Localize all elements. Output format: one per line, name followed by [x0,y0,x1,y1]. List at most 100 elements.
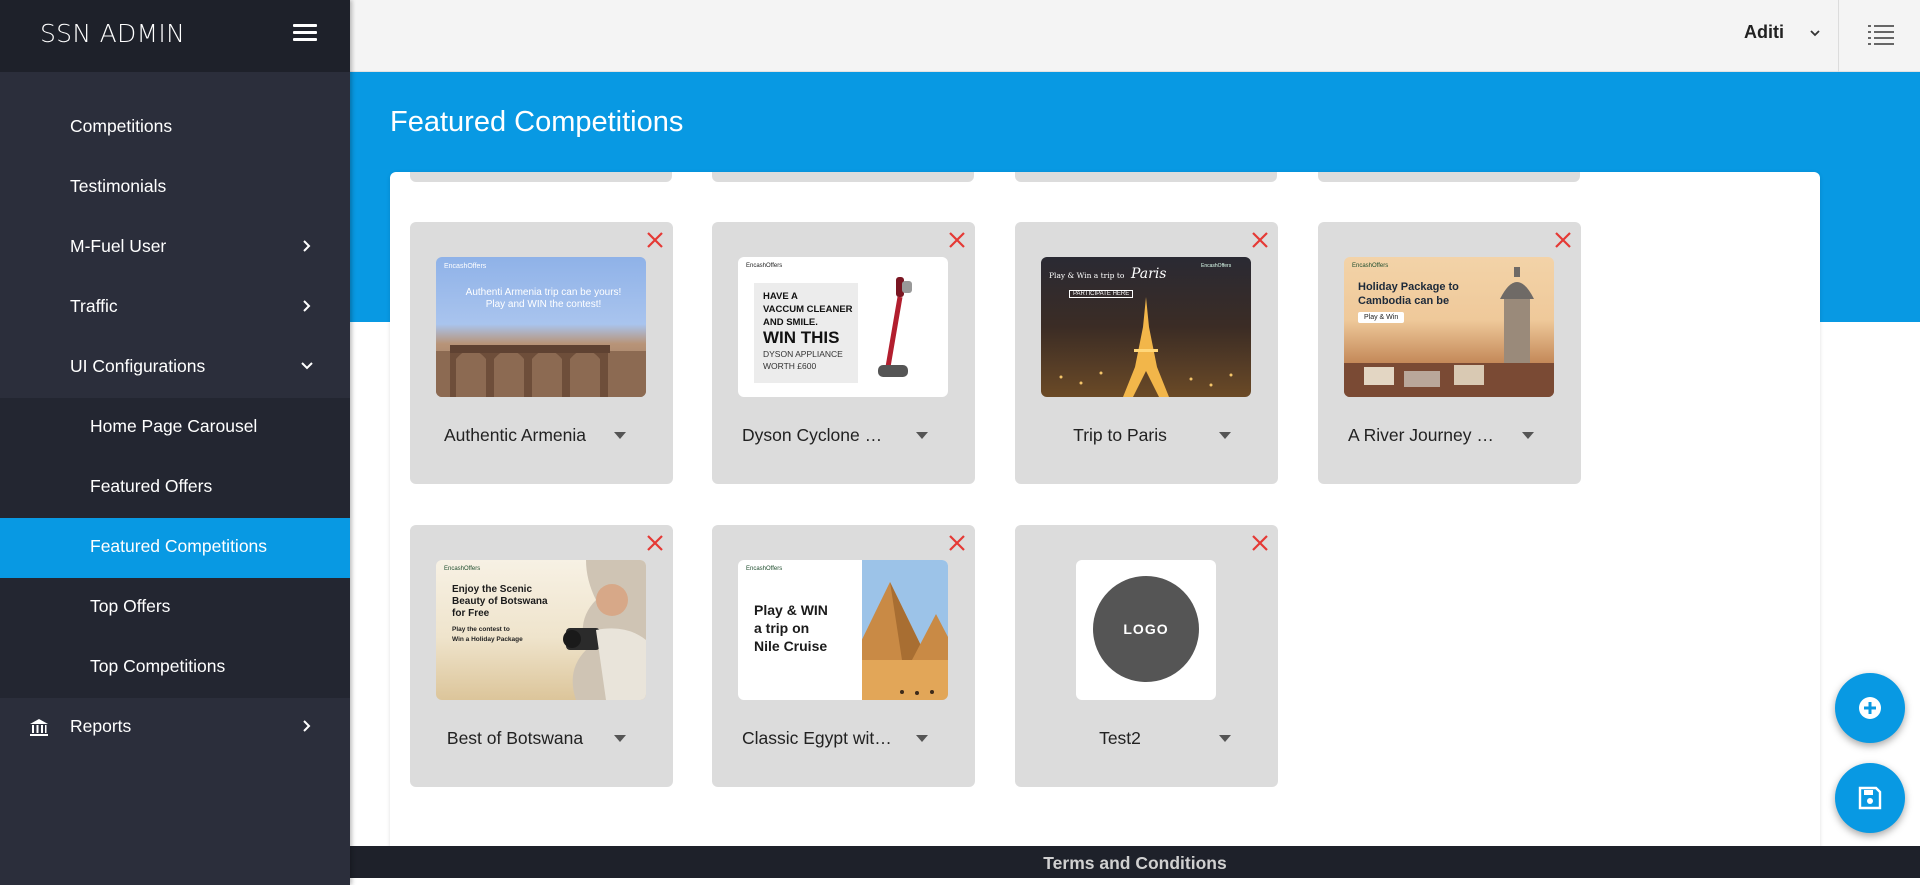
thumb-sub: Play the contest to [452,626,510,633]
competition-thumbnail: LOGO [1076,560,1216,700]
thumb-line: WIN THIS [763,328,840,347]
save-button[interactable] [1835,763,1905,833]
thumb-line: a trip on [754,620,810,636]
sidebar: SSN ADMIN Offers Competitions Testimonia… [0,0,350,885]
caret-down-icon[interactable] [614,432,626,439]
competition-name: Trip to Paris [1073,425,1167,445]
thumb-brand: EncashOffers [444,263,487,270]
chevron-down-icon [301,362,313,370]
thumb-line: WORTH £600 [763,361,817,371]
close-icon[interactable] [645,230,665,250]
sidebar-item-top-offers[interactable]: Top Offers [0,578,350,638]
thumb-headline: Authenti Armenia trip can be yours! Play… [465,287,622,310]
list-icon[interactable] [1868,22,1894,46]
thumb-sub: Win a Holiday Package [452,636,523,643]
competition-tile[interactable]: EncashOffers Play & WIN a trip on Nile C… [712,525,975,787]
thumb-line: Beauty of Botswana [452,596,548,607]
sidebar-item-top-competitions[interactable]: Top Competitions [0,638,350,698]
competition-thumbnail: Play & Win a trip to Paris EncashOffers … [1041,257,1251,397]
footer: Terms and Conditions [350,846,1920,878]
sidebar-item-label: Top Offers [90,596,171,616]
competition-thumbnail: EncashOffers Play & WIN a trip on Nile C… [738,560,948,700]
thumb-line: AND SMILE. [763,317,818,328]
competition-thumbnail: EncashOffers Enjoy the Scenic Beauty of … [436,560,646,700]
thumb-brand: EncashOffers [1201,263,1232,269]
sidebar-item-label: Traffic [70,296,118,316]
chevron-right-icon [303,240,311,252]
competition-name: Best of Botswana [446,728,584,748]
tile-partial [1015,172,1277,182]
thumb-brand: EncashOffers [746,263,783,269]
close-icon[interactable] [947,533,967,553]
competition-thumbnail: EncashOffers HAVE A VACCUM CLEANER AND S… [738,257,948,397]
close-icon[interactable] [1250,230,1270,250]
thumb-line: Play & WIN [754,602,828,618]
close-icon[interactable] [1250,533,1270,553]
sidebar-item-label: Featured Offers [90,476,213,496]
chevron-down-icon[interactable] [1808,26,1822,40]
caret-down-icon[interactable] [1219,432,1231,439]
tile-partial [712,172,974,182]
ruins-illustration [436,345,646,397]
thumb-line: Nile Cruise [754,638,828,654]
sidebar-item-label: Home Page Carousel [90,416,258,436]
caret-down-icon[interactable] [916,735,928,742]
divider [1838,0,1839,72]
close-icon[interactable] [947,230,967,250]
chevron-right-icon [303,300,311,312]
tile-partial [410,172,672,182]
thumb-brand: EncashOffers [746,566,783,572]
caret-down-icon[interactable] [1219,735,1231,742]
cathedral-illustration [1344,267,1554,397]
brand-bar: SSN ADMIN [0,0,350,72]
eiffel-tower-illustration [1059,297,1233,397]
terms-link[interactable]: Terms and Conditions [350,853,1920,874]
bank-icon [30,719,48,736]
competition-tile[interactable]: EncashOffers Enjoy the Scenic Beauty of … [410,525,673,787]
sidebar-item-mfuel-user[interactable]: M-Fuel User [0,218,350,278]
competition-tile[interactable]: EncashOffers Holiday Package to Cambodia… [1318,222,1581,484]
add-button[interactable] [1835,673,1905,743]
sidebar-item-featured-offers[interactable]: Featured Offers [0,458,350,518]
thumb-brand: EncashOffers [444,566,481,572]
competition-name: Test2 [1099,728,1141,748]
sidebar-item-label: Top Competitions [90,656,226,676]
thumb-city: Paris [1131,266,1167,282]
page-title: Featured Competitions [390,106,684,138]
thumb-line: VACCUM CLEANER [763,304,853,315]
competition-thumbnail: EncashOffers Holiday Package to Cambodia… [1344,257,1554,397]
hamburger-icon[interactable] [293,24,317,44]
sidebar-item-featured-competitions[interactable]: Featured Competitions [0,518,350,578]
photographer-illustration [563,560,646,700]
competition-tile[interactable]: EncashOffers HAVE A VACCUM CLEANER AND S… [712,222,975,484]
chevron-right-icon [303,720,311,732]
featured-competitions-grid: EncashOffers Authenti Armenia trip can b… [390,172,1820,852]
competition-tile[interactable]: EncashOffers Authenti Armenia trip can b… [410,222,673,484]
sidebar-item-label: Featured Competitions [90,536,268,556]
sidebar-item-home-page-carousel[interactable]: Home Page Carousel [0,398,350,458]
thumb-line: HAVE A [763,291,798,302]
caret-down-icon[interactable] [614,735,626,742]
caret-down-icon[interactable] [1522,432,1534,439]
sidebar-item-traffic[interactable]: Traffic [0,278,350,338]
topbar: Aditi [350,0,1920,72]
caret-down-icon[interactable] [916,432,928,439]
thumb-line: Enjoy the Scenic [452,584,533,595]
close-icon[interactable] [645,533,665,553]
user-menu-name[interactable]: Aditi [1744,22,1784,43]
competition-name: Authentic Armenia [443,425,587,445]
competition-name: A River Journey o... [1348,425,1498,445]
thumb-line: for Free [452,608,490,619]
logo-text: LOGO [1123,621,1169,637]
sidebar-item-label: Testimonials [70,176,167,196]
sidebar-item-label: M-Fuel User [70,236,167,256]
sidebar-item-reports[interactable]: Reports [0,698,350,758]
sidebar-item-label: Competitions [70,116,173,136]
sidebar-item-testimonials[interactable]: Testimonials [0,158,350,218]
competition-name: Dyson Cyclone V1... [742,425,892,445]
competition-tile[interactable]: Play & Win a trip to Paris EncashOffers … [1015,222,1278,484]
sidebar-item-ui-configurations[interactable]: UI Configurations [0,338,350,398]
close-icon[interactable] [1553,230,1573,250]
sidebar-item-competitions[interactable]: Competitions [0,98,350,158]
competition-tile[interactable]: LOGO Test2 [1015,525,1278,787]
